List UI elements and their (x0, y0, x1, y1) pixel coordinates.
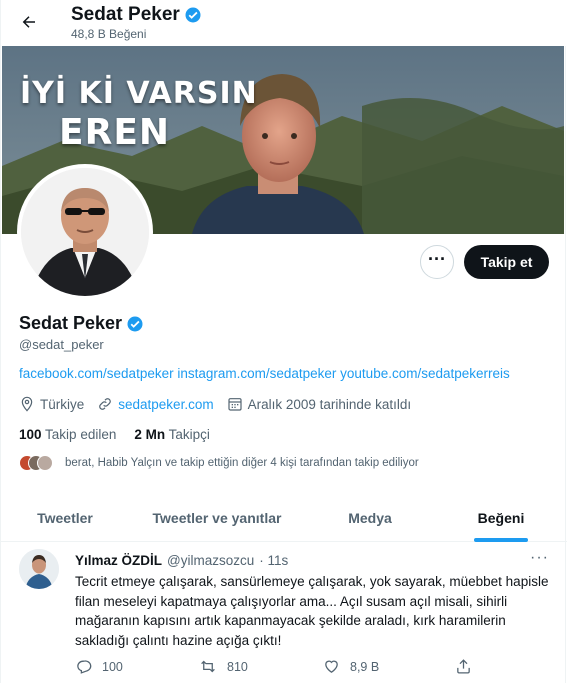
verified-badge-icon (185, 7, 201, 23)
profile-website[interactable]: sedatpeker.com (97, 396, 214, 412)
arrow-left-icon (22, 16, 35, 28)
tweet-author-handle[interactable]: @yilmazsozcu (167, 553, 254, 568)
profile-page: Sedat Peker 48,8 B Beğeni İYİ Kİ VARSIN … (0, 0, 567, 683)
profile-header-bar: Sedat Peker 48,8 B Beğeni (1, 0, 567, 46)
followers-label: Takipçi (168, 427, 210, 442)
location-text: Türkiye (40, 396, 85, 412)
tweet-text: Tecrit etmeye çalışarak, sansürlemeye ça… (75, 574, 549, 648)
tab-likes-label: Beğeni (477, 510, 525, 526)
followed-by-avatars (19, 455, 59, 471)
tweet-time[interactable]: · 11s (259, 553, 288, 568)
retweet-icon (201, 660, 215, 673)
profile-handle: @sedat_peker (19, 337, 104, 352)
reply-button[interactable]: 100 (75, 658, 123, 675)
verified-badge-icon (127, 316, 143, 331)
followers-count: 2 Mn (134, 427, 166, 442)
profile-location: Türkiye (19, 396, 84, 412)
header-title-text: Sedat Peker (71, 4, 180, 25)
header-likes-count: 48,8 B Beğeni (71, 27, 147, 41)
banner-text-line2: EREN (59, 112, 171, 153)
profile-bio[interactable]: facebook.com/sedatpeker instagram.com/se… (19, 366, 510, 381)
back-button[interactable] (15, 8, 43, 36)
joined-text: Aralık 2009 tarihinde katıldı (247, 396, 412, 412)
profile-tabs: Tweetler Tweetler ve yanıtlar Medya Beğe… (1, 494, 567, 542)
profile-avatar[interactable] (17, 164, 153, 300)
share-icon (457, 659, 470, 674)
share-button[interactable] (455, 658, 472, 675)
header-title: Sedat Peker (71, 4, 202, 26)
following-count: 100 (19, 427, 42, 442)
location-pin-icon (21, 396, 33, 412)
followers-count-link[interactable]: 2 Mn Takipçi (134, 427, 210, 442)
tweet-actions: 100 810 8,9 B (75, 658, 475, 678)
active-tab-indicator (474, 538, 528, 542)
following-label: Takip edilen (45, 427, 117, 442)
follow-button[interactable]: Takip et (464, 245, 549, 279)
tweet-avatar-image (19, 549, 59, 589)
retweet-count: 810 (227, 659, 248, 674)
like-button[interactable]: 8,9 B (323, 658, 379, 675)
more-options-button[interactable]: ··· (420, 245, 454, 279)
tweet-author-name[interactable]: Yılmaz ÖZDİL (75, 553, 162, 568)
tab-tweets-and-replies-label: Tweetler ve yanıtlar (152, 510, 282, 526)
follow-counts: 100 Takip edilen 2 Mn Takipçi (19, 427, 210, 442)
mini-avatar (37, 455, 53, 471)
tweet[interactable]: Yılmaz ÖZDİL @yilmazsozcu · 11s ··· Tecr… (1, 543, 567, 683)
tab-likes[interactable]: Beğeni (435, 494, 567, 542)
following-count-link[interactable]: 100 Takip edilen (19, 427, 116, 442)
tab-media[interactable]: Medya (305, 494, 435, 542)
like-count: 8,9 B (350, 659, 380, 674)
followed-by[interactable]: berat, Habib Yalçın ve takip ettiğin diğ… (19, 455, 419, 471)
tweet-header: Yılmaz ÖZDİL @yilmazsozcu · 11s (75, 553, 288, 568)
reply-count: 100 (102, 659, 123, 674)
tab-media-label: Medya (348, 510, 392, 526)
banner-text-line1: İYİ Kİ VARSIN (20, 76, 258, 111)
website-link[interactable]: sedatpeker.com (118, 397, 213, 412)
profile-name-text: Sedat Peker (19, 313, 123, 333)
profile-meta: Türkiye sedatpeker.com Aralık 2009 tarih… (19, 396, 424, 412)
followed-by-text: berat, Habib Yalçın ve takip ettiğin diğ… (65, 457, 419, 469)
profile-joined: Aralık 2009 tarihinde katıldı (227, 396, 412, 412)
tab-tweets-label: Tweetler (37, 510, 93, 526)
reply-icon (77, 660, 92, 674)
tweet-more-button[interactable]: ··· (530, 549, 549, 567)
tab-tweets-and-replies[interactable]: Tweetler ve yanıtlar (129, 494, 305, 542)
profile-name: Sedat Peker (19, 313, 144, 334)
heart-icon (325, 660, 338, 673)
tweet-author-avatar[interactable] (19, 549, 59, 589)
avatar-image (21, 168, 149, 296)
calendar-icon (227, 398, 242, 411)
link-icon (99, 398, 112, 410)
tab-tweets[interactable]: Tweetler (1, 494, 129, 542)
retweet-button[interactable]: 810 (199, 658, 248, 675)
